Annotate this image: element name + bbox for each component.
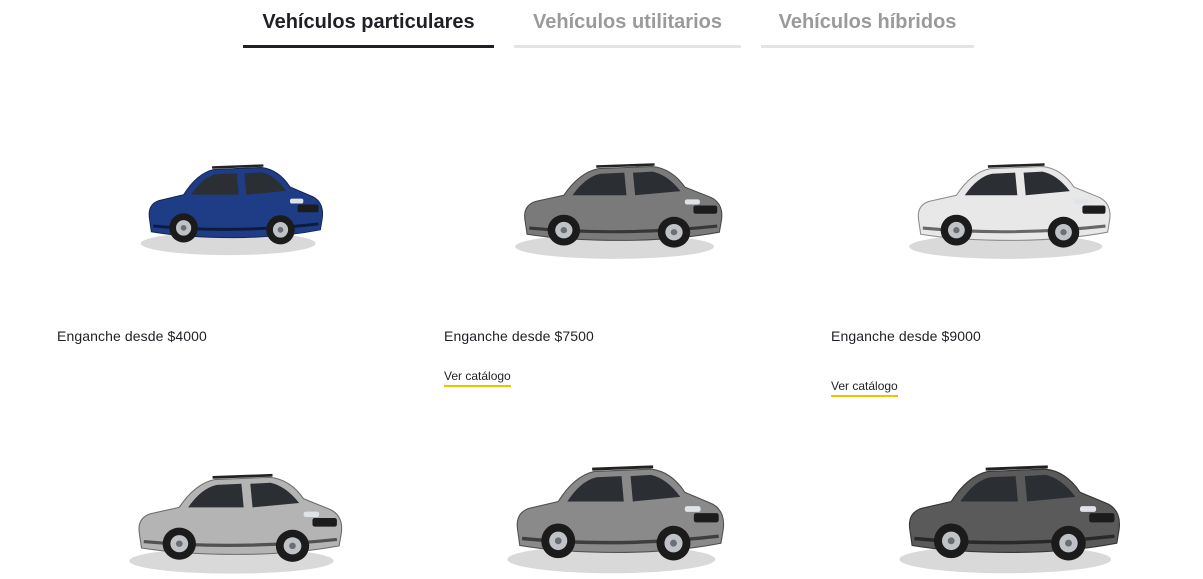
ver-catalogo-link-3[interactable]: Ver catálogo	[831, 378, 898, 397]
car-graphic	[140, 164, 324, 256]
car-headlight	[684, 506, 701, 512]
car-grille	[1082, 205, 1106, 214]
car-graphic	[909, 163, 1111, 259]
car-hub	[554, 537, 562, 545]
car-grille	[312, 518, 337, 527]
vehicle-category-tabs: Vehículos particulares Vehículos utilita…	[0, 0, 1203, 50]
car-hub	[953, 227, 960, 234]
ver-catalogo-link-2[interactable]: Ver catálogo	[444, 368, 511, 387]
car-roof-rail	[212, 164, 264, 169]
car-grille	[1089, 513, 1115, 523]
vehicle-image-4[interactable]	[126, 456, 348, 579]
tab-underline	[243, 45, 494, 48]
down-payment-price-3: Enganche desde $9000	[831, 328, 981, 344]
car-graphic	[129, 473, 343, 574]
tab-underline	[514, 45, 741, 48]
down-payment-price-1: Enganche desde $4000	[57, 328, 207, 344]
car-hub	[670, 229, 678, 236]
tab-vehiculos-particulares[interactable]: Vehículos particulares	[243, 0, 494, 48]
car-hub	[180, 224, 187, 231]
vehicle-image-3[interactable]	[906, 146, 1116, 264]
car-headlight	[684, 199, 700, 205]
tab-underline	[761, 45, 974, 48]
car-hub	[670, 539, 677, 547]
car-headlight	[1074, 199, 1089, 205]
vehicle-image-5[interactable]	[504, 446, 730, 579]
down-payment-price-2: Enganche desde $7500	[444, 328, 594, 344]
car-graphic	[899, 465, 1120, 574]
car-roof-rail	[212, 473, 273, 479]
tab-label: Vehículos híbridos	[778, 11, 957, 33]
car-roof-rail	[985, 465, 1048, 471]
car-hub	[1060, 229, 1067, 236]
car-grille	[693, 513, 719, 523]
tab-label: Vehículos utilitarios	[533, 11, 722, 33]
car-hub	[1065, 539, 1072, 547]
car-grille	[297, 204, 319, 213]
car-grille	[693, 205, 718, 214]
car-headlight	[1080, 506, 1097, 512]
vehicle-image-2[interactable]	[512, 146, 728, 264]
car-headlight	[290, 198, 304, 204]
car-roof-rail	[592, 465, 654, 471]
tab-vehiculos-hibridos[interactable]: Vehículos híbridos	[761, 0, 974, 48]
car-hub	[175, 540, 183, 547]
tab-vehiculos-utilitarios[interactable]: Vehículos utilitarios	[514, 0, 741, 48]
car-headlight	[303, 511, 320, 517]
vehicle-image-1[interactable]	[138, 148, 328, 260]
car-hub	[289, 542, 296, 550]
car-hub	[947, 537, 955, 545]
car-roof-rail	[987, 163, 1045, 168]
vehicle-image-6[interactable]	[896, 446, 1126, 579]
car-graphic	[507, 465, 725, 574]
car-hub	[277, 226, 284, 233]
car-hub	[560, 227, 568, 234]
car-roof-rail	[596, 163, 655, 168]
car-graphic	[515, 163, 723, 259]
tab-label: Vehículos particulares	[262, 11, 475, 33]
